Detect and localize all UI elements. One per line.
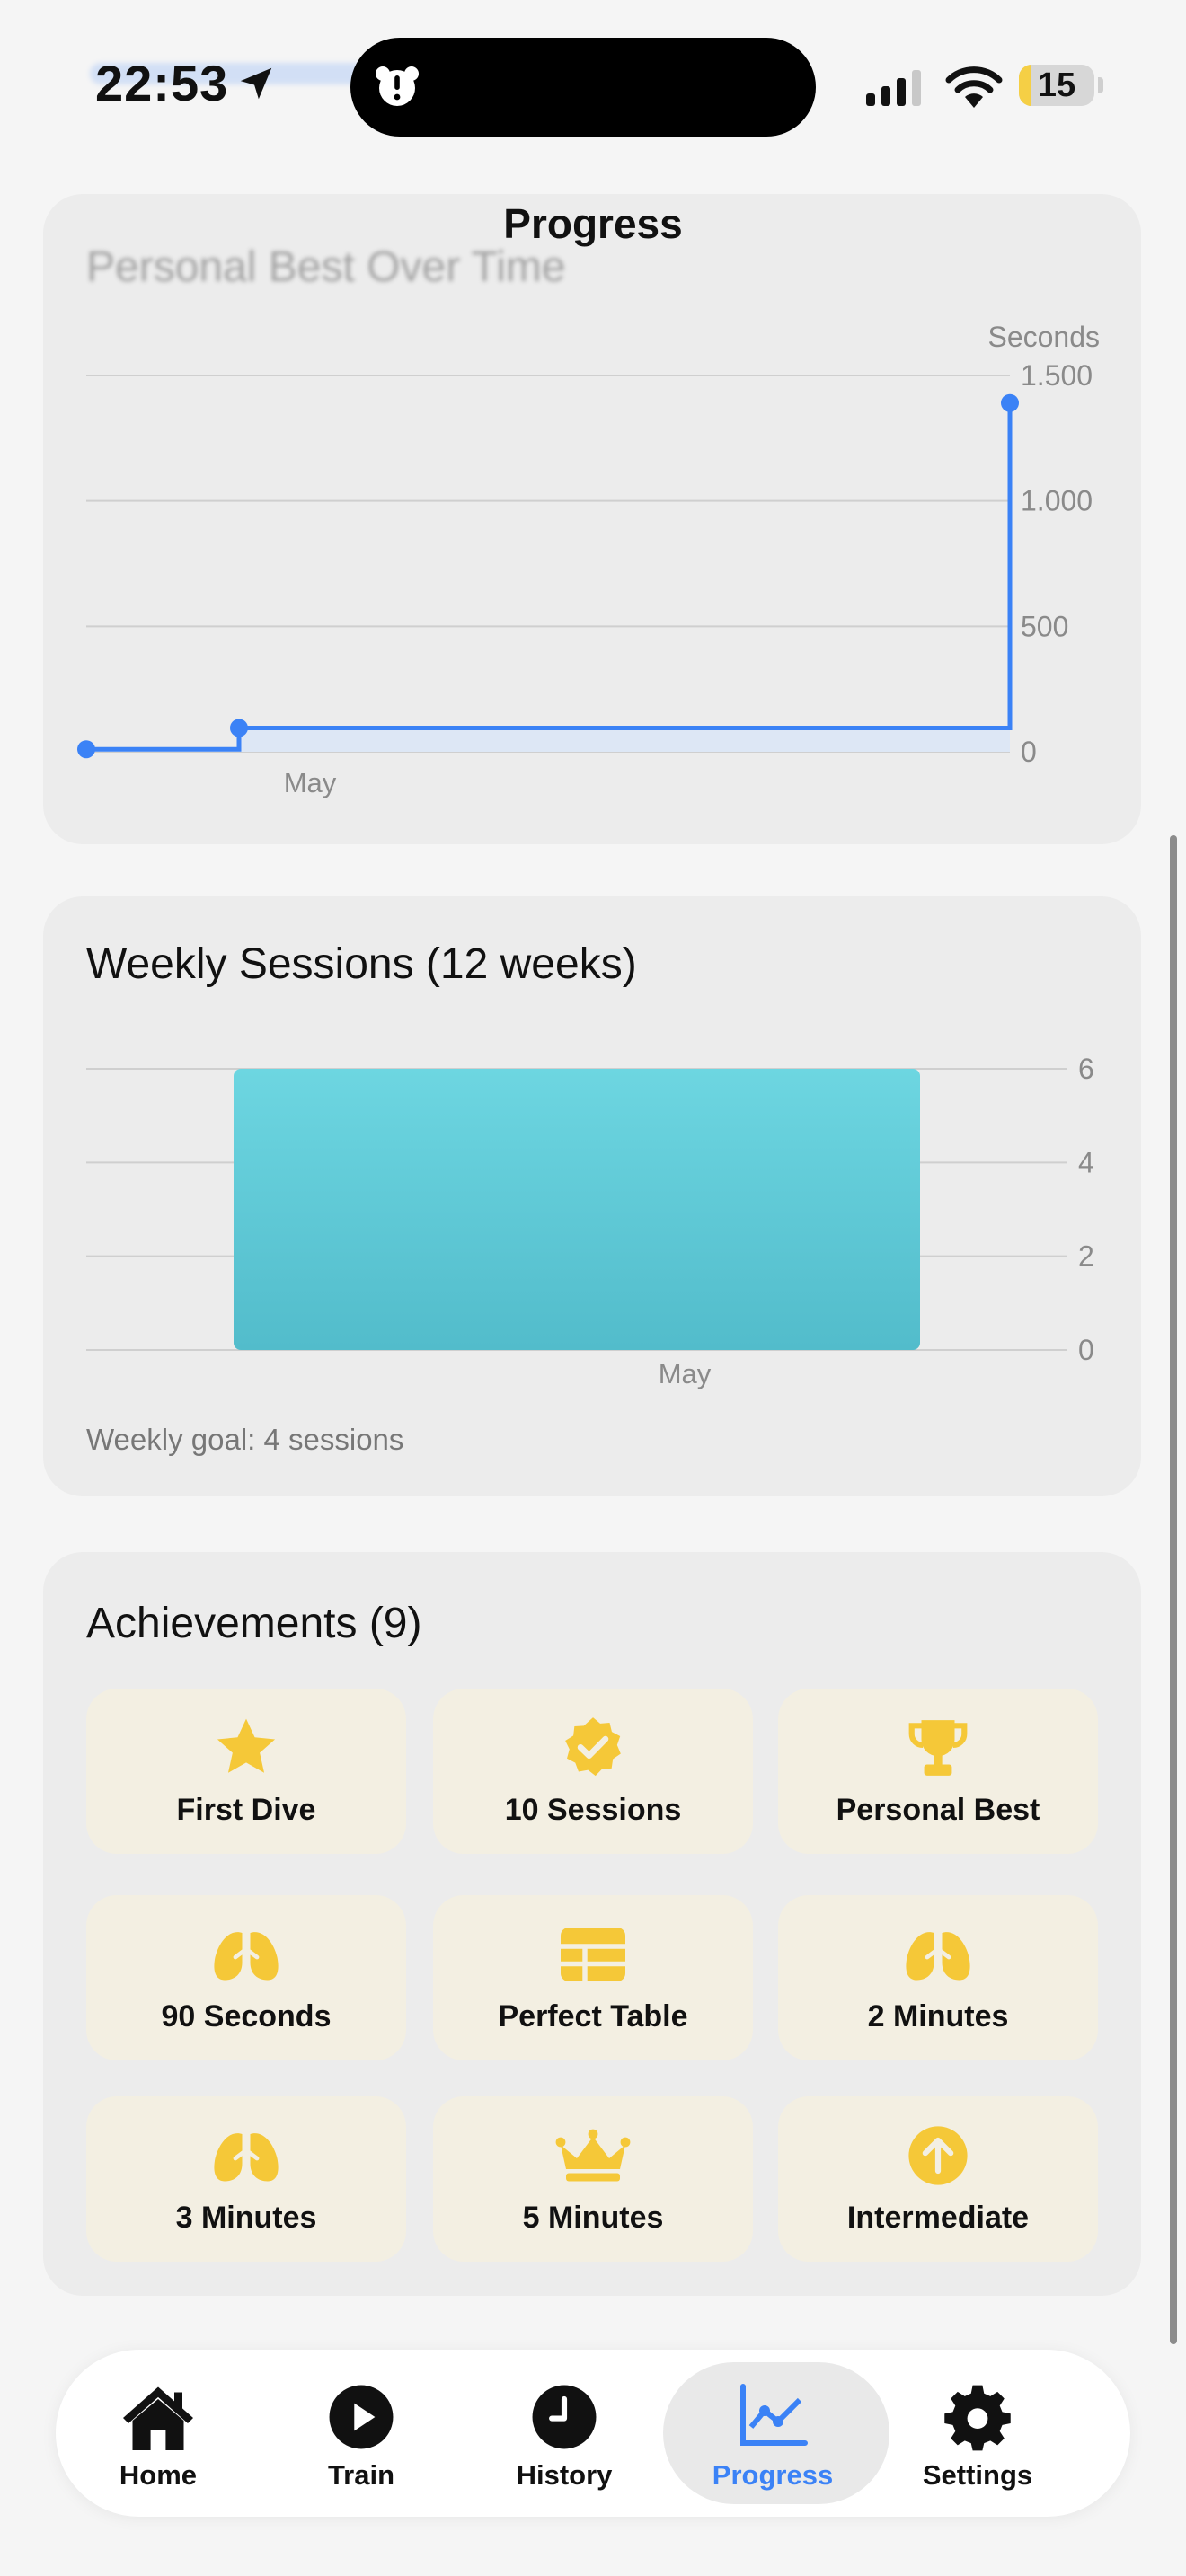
achievement-tile[interactable]: Intermediate — [778, 2096, 1098, 2262]
achievement-label: 2 Minutes — [867, 1999, 1009, 2033]
page-title: Progress — [503, 200, 683, 247]
battery-icon: 15 — [1019, 65, 1094, 106]
scrollbar[interactable] — [1170, 835, 1177, 2344]
bar — [234, 1069, 920, 1350]
lungs-icon — [214, 1924, 279, 1981]
achievement-label: 3 Minutes — [175, 2201, 317, 2235]
achievement-label: Perfect Table — [498, 1999, 688, 2033]
checkmark-seal-icon — [565, 1717, 621, 1777]
achievement-tile[interactable]: 10 Sessions — [433, 1689, 753, 1854]
tab-label: Home — [119, 2459, 198, 2491]
signal-icon — [866, 70, 921, 106]
crown-icon — [555, 2129, 631, 2182]
wifi-icon — [945, 66, 1003, 108]
tab-bar: Home Train History Progress Settings — [56, 2350, 1130, 2517]
gear-icon — [944, 2385, 1011, 2451]
y-tick-label: 4 — [1078, 1146, 1094, 1178]
chart-line-icon — [740, 2384, 808, 2446]
achievement-tile[interactable]: Personal Best — [778, 1689, 1098, 1854]
achievement-label: 5 Minutes — [522, 2201, 664, 2235]
arrow-up-circle-icon — [908, 2126, 968, 2185]
lungs-icon — [214, 2125, 279, 2182]
table-icon — [561, 1928, 625, 1981]
trophy-icon — [908, 1720, 968, 1776]
tab-label: Train — [327, 2459, 395, 2491]
clock-icon — [532, 2385, 597, 2449]
y-tick-label: 2 — [1078, 1240, 1094, 1273]
achievement-label: First Dive — [176, 1793, 316, 1827]
y-tick-label: 6 — [1078, 1053, 1094, 1085]
tab-label: History — [516, 2459, 613, 2491]
play-circle-icon — [329, 2385, 394, 2449]
tab-progress[interactable]: Progress — [663, 2350, 890, 2517]
achievement-label: Personal Best — [836, 1793, 1040, 1827]
x-tick-label: May — [659, 1358, 712, 1389]
achievement-tile[interactable]: Perfect Table — [433, 1895, 753, 2060]
battery-level: 15 — [1037, 66, 1076, 104]
status-bar: 22:53 15 — [0, 0, 1186, 162]
achievement-tile[interactable]: 3 Minutes — [86, 2096, 406, 2262]
tab-label: Settings — [922, 2459, 1033, 2491]
achievement-label: 90 Seconds — [161, 1999, 332, 2033]
tab-history[interactable]: History — [462, 2350, 667, 2517]
achievements-title: Achievements (9) — [86, 1600, 422, 1647]
tab-settings[interactable]: Settings — [875, 2350, 1080, 2517]
achievement-tile[interactable]: First Dive — [86, 1689, 406, 1854]
achievement-label: Intermediate — [846, 2201, 1030, 2235]
star-icon — [217, 1718, 276, 1773]
y-tick-label: 0 — [1078, 1334, 1094, 1366]
location-arrow-icon — [240, 67, 272, 100]
achievement-tile[interactable]: 2 Minutes — [778, 1895, 1098, 2060]
tab-home[interactable]: Home — [56, 2350, 261, 2517]
tab-train[interactable]: Train — [259, 2350, 464, 2517]
house-icon — [123, 2386, 193, 2450]
status-time: 22:53 — [95, 55, 229, 111]
achievement-tile[interactable]: 90 Seconds — [86, 1895, 406, 2060]
weekly-goal-text: Weekly goal: 4 sessions — [86, 1423, 404, 1456]
achievement-label: 10 Sessions — [504, 1793, 682, 1827]
island-alert-icon — [376, 66, 419, 106]
tab-label: Progress — [712, 2459, 834, 2491]
lungs-icon — [906, 1924, 970, 1981]
achievement-tile[interactable]: 5 Minutes — [433, 2096, 753, 2262]
